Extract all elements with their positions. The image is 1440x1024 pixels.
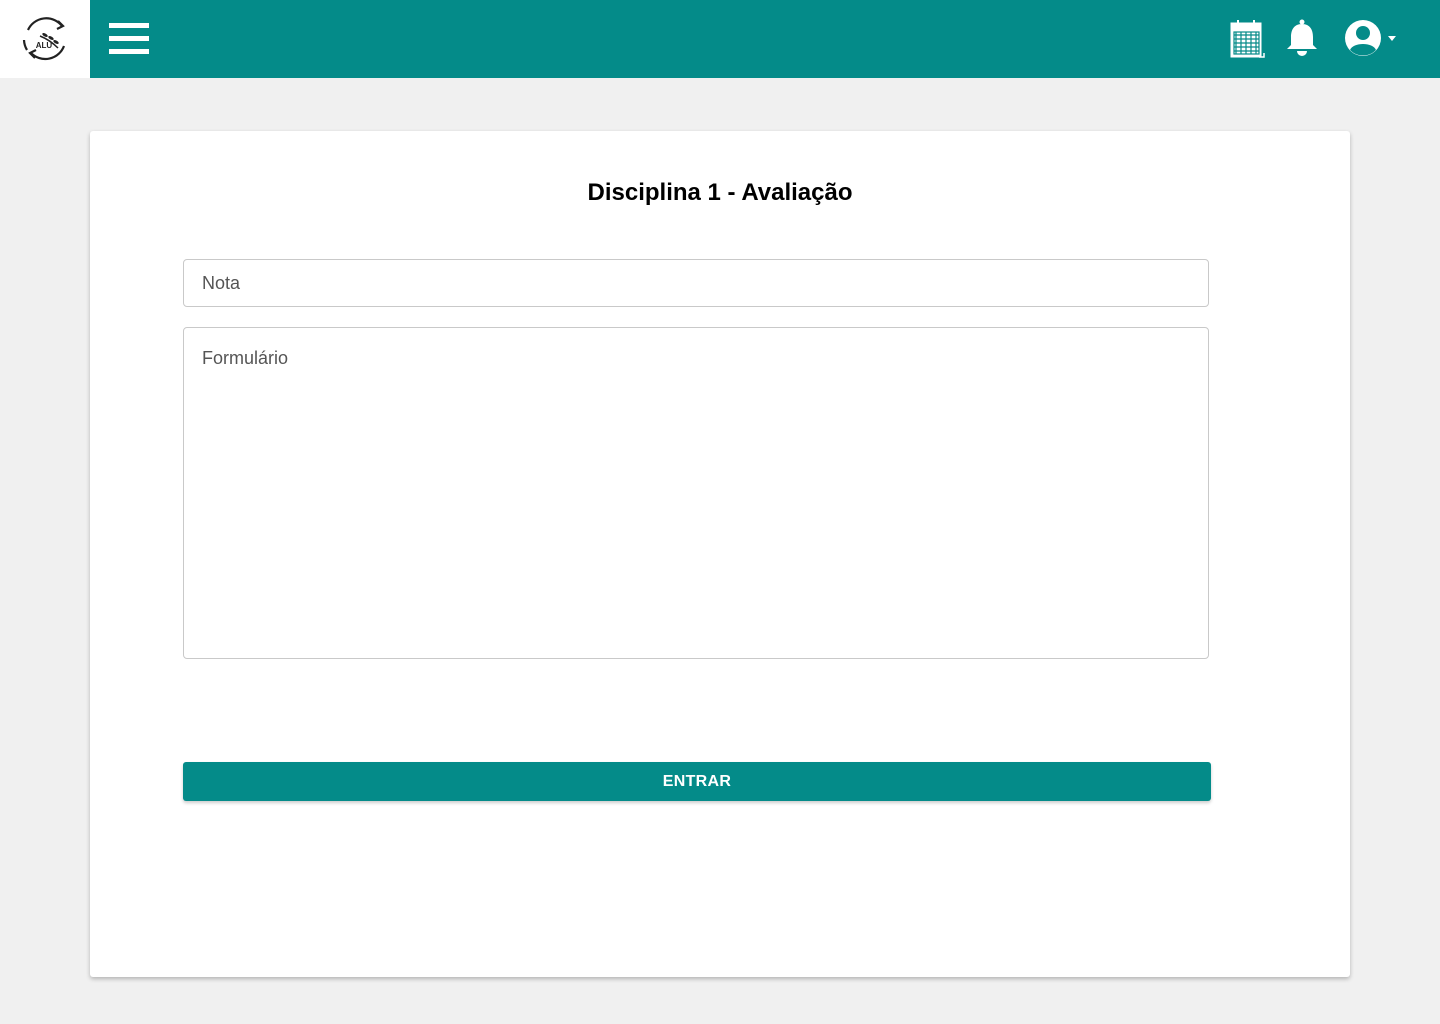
logo-text: ALU bbox=[36, 41, 53, 50]
calendar-button[interactable] bbox=[1229, 20, 1265, 60]
menu-line bbox=[109, 36, 149, 41]
menu-line bbox=[109, 49, 149, 54]
calendar-icon bbox=[1230, 20, 1265, 58]
formulario-textarea[interactable] bbox=[183, 327, 1209, 659]
menu-line bbox=[109, 23, 149, 28]
hamburger-menu-button[interactable] bbox=[109, 23, 149, 55]
user-account-button[interactable] bbox=[1343, 18, 1399, 58]
bell-icon bbox=[1287, 19, 1317, 56]
notifications-button[interactable] bbox=[1283, 18, 1321, 58]
app-logo[interactable]: ALU bbox=[0, 0, 90, 78]
page-title: Disciplina 1 - Avaliação bbox=[587, 179, 853, 206]
top-navigation-bar: ALU bbox=[0, 0, 1440, 78]
logo-icon: ALU bbox=[22, 17, 66, 61]
submit-button[interactable]: ENTRAR bbox=[183, 762, 1211, 801]
user-account-icon bbox=[1345, 20, 1396, 56]
nota-input[interactable] bbox=[183, 259, 1209, 307]
evaluation-card: Disciplina 1 - Avaliação ENTRAR bbox=[90, 131, 1350, 977]
chevron-down-icon bbox=[1388, 36, 1396, 41]
